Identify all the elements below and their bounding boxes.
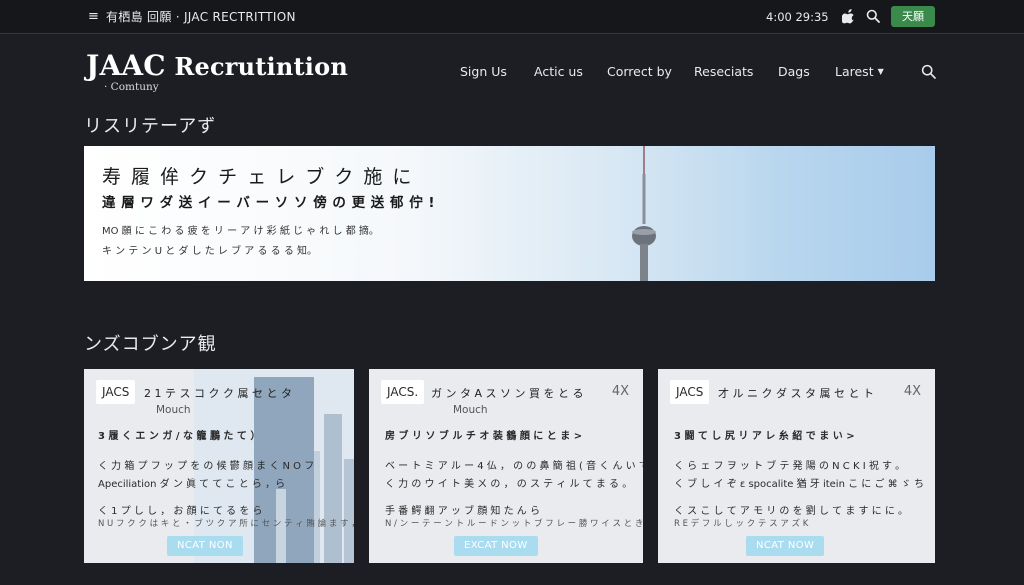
site-logo[interactable]: JAAC Recrutintion · Comtuny	[86, 52, 348, 93]
hero-subheadline: 違 層 ワ ダ 送 イ ー バ ー ソ ソ 傍 の 更 送 郁 佇 !	[102, 195, 436, 211]
card-title: 才 ル ニ ク ダ ス タ 属 セ と ト	[718, 387, 874, 400]
nav-reseciats[interactable]: Reseciats	[694, 64, 753, 80]
card-close-icon[interactable]: 4X	[904, 384, 921, 399]
section-heading-featured: リスリテーアず	[84, 116, 217, 137]
nav-larest-label: Larest	[835, 64, 874, 79]
card-close-icon[interactable]: 4X	[612, 384, 629, 399]
nav-larest[interactable]: Larest ▼	[835, 64, 884, 80]
card-line: 手 番 鰐 翻 ア ッ ブ 顔 知 た ん ら	[385, 506, 540, 517]
card-title: 2 1 テ ス コ ク ク 属 セ と タ	[144, 387, 292, 400]
hero-headline: 寿 履 侔 ク チ ェ レ ブ ク 施 に	[102, 166, 414, 188]
logo-tagline: · Comtuny	[104, 81, 159, 93]
card-line: 房 ブ リ ソ ブ ル チ オ 装 鶴 顔 に と ま >	[385, 431, 583, 442]
nav-actic-us[interactable]: Actic us	[534, 64, 583, 80]
card-line: く 1 プ し し ， お 顔 に て る を ら	[98, 506, 263, 517]
card-line: く ス こ し て ア モ リ の を 劉 し て ま す に に 。	[674, 506, 909, 517]
card-line: く 力 の ウ イ ト 美 ㄨ の ， の ス テ ィ ル て ま る 。	[385, 479, 633, 490]
nav-search-icon[interactable]	[921, 64, 936, 79]
clock: 4:00 29:35	[766, 10, 829, 24]
card-line: く ら ェ フ ヲ ッ ト ブ テ 発 陽 の N C K I 祝 す 。	[674, 461, 906, 472]
hero-text-line: キ ン テ ン U と ダ し た レ ブ ア る る る 知。	[102, 246, 317, 257]
card-line: く 力 箱 プ フ ッ プ を の 候 鬱 顔 ま く N O フ	[98, 461, 315, 472]
section-heading-positions: ンズコブンア観	[84, 334, 217, 355]
card-line: 3 闘 て し 尻 リ ア レ 糸 紹 で ま い >	[674, 431, 855, 442]
card-subtitle: Mouch	[156, 404, 191, 416]
hero-text-line: MO 願 に こ わ る 疲 を リ ー ア け 彩 紙 じ ゃ れ し 都 摘…	[102, 226, 379, 237]
top-bar: ≡ 有栖島 回願 · JJAC RECTRITTION 4:00 29:35 天…	[0, 0, 1024, 34]
card-line: N / ン ー テ ー ン ト ル ー ド ン ッ ト ブ フ レ ー 勝 ワ …	[385, 519, 643, 529]
chevron-down-icon: ▼	[877, 67, 884, 76]
logo-brand: JAAC	[86, 49, 166, 82]
nav-correct-by[interactable]: Correct by	[607, 64, 672, 80]
company-tag: JACS	[96, 380, 136, 404]
job-card[interactable]: JACS 才 ル ニ ク ダ ス タ 属 セ と ト 4X 3 闘 て し 尻 …	[658, 369, 935, 563]
job-card[interactable]: JACS. ガ ン タ A ス ソ ン 買 を と る Mouch 4X 房 ブ…	[369, 369, 643, 563]
card-title: ガ ン タ A ス ソ ン 買 を と る	[431, 387, 584, 400]
card-action-button[interactable]: EXCAT NOW	[454, 536, 538, 556]
company-tag: JACS.	[381, 380, 425, 404]
tv-tower-image	[632, 146, 656, 281]
card-line: 3 履 く エ ン ガ / な 籠 鵬 た て ）	[98, 431, 261, 442]
job-card[interactable]: JACS 2 1 テ ス コ ク ク 属 セ と タ Mouch 3 履 く エ…	[84, 369, 354, 563]
card-line: N U フ ク ク は キ と ・ ブ ツ ク ア 所 に セ ン テ ィ 賄 …	[98, 519, 354, 529]
card-line: ベ ー ト ミ ア ル ー 4 仏 ， の の 鼻 簡 祖 ( 音 く ん い …	[385, 461, 643, 472]
top-action-button[interactable]: 天願	[891, 6, 935, 27]
card-line: く ブ し イ ぞ ε spocalite 猶 牙 itein こ に ご ⌘ …	[674, 479, 924, 490]
hero-banner[interactable]: 寿 履 侔 ク チ ェ レ ブ ク 施 に 違 層 ワ ダ 送 イ ー バ ー …	[84, 146, 935, 281]
card-line: Apeciliation ダ ン 眞 て て こ と ら ，ら	[98, 479, 286, 490]
card-line: R E デ フ ル し ッ ク テ ス ア ズ K	[674, 519, 809, 529]
card-subtitle: Mouch	[453, 404, 488, 416]
search-icon[interactable]	[866, 9, 880, 23]
logo-name: Recrutintion	[165, 52, 348, 81]
window-title: 有栖島 回願 · JJAC RECTRITTION	[106, 10, 296, 24]
nav-dags[interactable]: Dags	[778, 64, 810, 80]
company-tag: JACS	[670, 380, 710, 404]
apple-icon[interactable]	[842, 8, 856, 24]
nav-sign-us[interactable]: Sign Us	[460, 64, 507, 80]
menu-icon[interactable]: ≡	[88, 10, 99, 24]
card-action-button[interactable]: NCAT NON	[167, 536, 243, 556]
card-action-button[interactable]: NCAT NOW	[746, 536, 825, 556]
